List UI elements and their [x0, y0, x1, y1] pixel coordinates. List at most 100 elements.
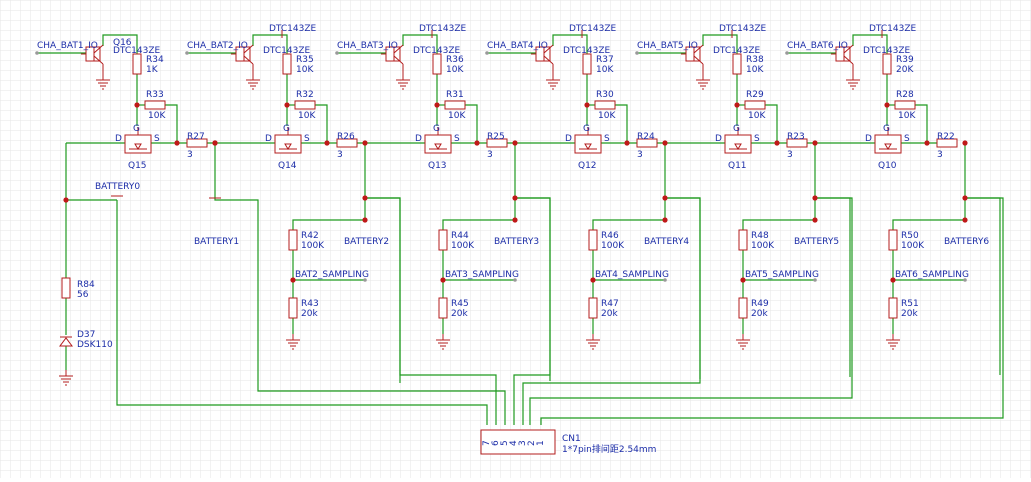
divider-bottom-val: 20k [451, 309, 468, 319]
junction-dot [812, 140, 818, 146]
battery-net-label: BATTERY2 [344, 237, 389, 247]
mosfet-pin-g: G [433, 124, 440, 134]
resistor-body [738, 229, 748, 251]
pull-resistor-val: 10K [446, 65, 464, 75]
diode-part: DSK110 [77, 340, 113, 350]
pull-resistor-ref: R38 [746, 55, 764, 65]
junction-dot [624, 140, 630, 146]
resistor-body [888, 229, 898, 251]
junction-dot [434, 102, 440, 108]
series-resistor-ref: R22 [937, 132, 955, 142]
junction-dot [812, 195, 818, 201]
resistor-body [294, 100, 316, 110]
pull-resistor-ref: R39 [896, 55, 914, 65]
battery-net-label: BATTERY6 [944, 237, 989, 247]
schematic-canvas: CHA_BAT1_IO Q16 DTC143ZE R34 1K R33 10K D S G Q15 R… [0, 0, 1031, 478]
divider-top-val: 100K [301, 241, 325, 251]
battery-net-label: BATTERY3 [494, 237, 539, 247]
schematic-svg: CHA_BAT1_IO Q16DTC143ZER341KR3310KD SGQ15R… [0, 0, 1031, 478]
series-resistor-ref: R25 [487, 132, 505, 142]
battery-net-label: BATTERY5 [794, 237, 839, 247]
mosfet-ref-label: Q13 [428, 161, 447, 171]
gate-resistor-ref: R28 [896, 90, 914, 100]
control-net-label: CHA_BAT2_IO [187, 41, 248, 51]
resistor-body [894, 100, 916, 110]
resistor-body [432, 53, 442, 75]
junction-dot [662, 217, 668, 223]
resistor-body [738, 297, 748, 319]
mosfet-pin-d: D [565, 134, 572, 144]
gate-resistor-ref: R30 [596, 90, 614, 100]
divider-bottom-ref: R49 [751, 299, 769, 309]
series-resistor-val: 3 [337, 150, 343, 160]
mosfet-pin-d: D [865, 134, 872, 144]
resistor-body [132, 53, 142, 75]
connector-ref-label: CN1 [562, 434, 581, 444]
divider-top-ref: R48 [751, 231, 769, 241]
resistor-body [888, 297, 898, 319]
pull-resistor-ref: R35 [296, 55, 314, 65]
mosfet-ref-label: Q12 [578, 161, 597, 171]
junction-dot [812, 217, 818, 223]
gate-resistor-ref: R31 [446, 90, 464, 100]
mosfet-pin-g: G [733, 124, 740, 134]
pull-resistor-ref: R37 [596, 55, 614, 65]
divider-top-ref: R44 [451, 231, 469, 241]
resistor-body [438, 229, 448, 251]
divider-bottom-ref: R51 [901, 299, 919, 309]
divider-top-val: 100K [901, 241, 925, 251]
net-port [335, 51, 339, 55]
resistor-body [61, 277, 71, 299]
sampling-net-label: BAT3_SAMPLING [445, 270, 519, 280]
junction-dot [324, 140, 330, 146]
junction-dot [362, 195, 368, 201]
divider-top-ref: R42 [301, 231, 319, 241]
junction-dot [924, 140, 930, 146]
sampling-net-label: BAT6_SAMPLING [895, 270, 969, 280]
sampling-net-label: BAT2_SAMPLING [295, 270, 369, 280]
junction-dot [774, 140, 780, 146]
pull-resistor-val: 10K [296, 65, 314, 75]
mosfet-pin-d: D [715, 134, 722, 144]
series-resistor-ref: R24 [637, 132, 655, 142]
gate-resistor-val: 10K [448, 111, 466, 121]
mosfet-pin-s: S [154, 134, 160, 144]
divider-bottom-ref: R47 [601, 299, 619, 309]
net-port [785, 51, 789, 55]
pull-resistor-val: 10K [596, 65, 614, 75]
divider-top-ref: R50 [901, 231, 919, 241]
gate-resistor-ref: R29 [746, 90, 764, 100]
resistor-body [282, 53, 292, 75]
pull-resistor-ref: R34 [146, 55, 164, 65]
pull-resistor-val: 10K [746, 65, 764, 75]
pull-resistor-val: 20K [896, 65, 914, 75]
mosfet-ref-label: Q11 [728, 161, 747, 171]
junction-dot [962, 217, 968, 223]
junction-dot [512, 140, 518, 146]
resistor-body [588, 229, 598, 251]
divider-top-val: 100K [601, 241, 625, 251]
junction-dot [474, 140, 480, 146]
resistor-body [444, 100, 466, 110]
divider-top-ref: R46 [601, 231, 619, 241]
resistor-body [288, 297, 298, 319]
mosfet-pin-s: S [754, 134, 760, 144]
mosfet-pin-d: D [115, 134, 122, 144]
mosfet-ref-label: Q14 [278, 161, 297, 171]
transistor-part-top-label: DTC143ZE [419, 24, 467, 34]
divider-bottom-ref: R45 [451, 299, 469, 309]
transistor-part-top-label: DTC143ZE [719, 24, 767, 34]
resistor-body [594, 100, 616, 110]
gate-resistor-ref: R33 [146, 90, 164, 100]
connector-desc-label: 1*7pin排间距2.54mm [562, 443, 656, 455]
resistor-body [582, 53, 592, 75]
gate-resistor-val: 10K [898, 111, 916, 121]
gate-resistor-ref: R32 [296, 90, 314, 100]
net-port [485, 51, 489, 55]
divider-bottom-val: 20k [751, 309, 768, 319]
control-net-label: CHA_BAT1_IO [37, 41, 98, 51]
series-resistor-val: 3 [787, 150, 793, 160]
gate-resistor-val: 10K [598, 111, 616, 121]
mosfet-pin-d: D [415, 134, 422, 144]
battery-net-label: BATTERY1 [194, 237, 239, 247]
